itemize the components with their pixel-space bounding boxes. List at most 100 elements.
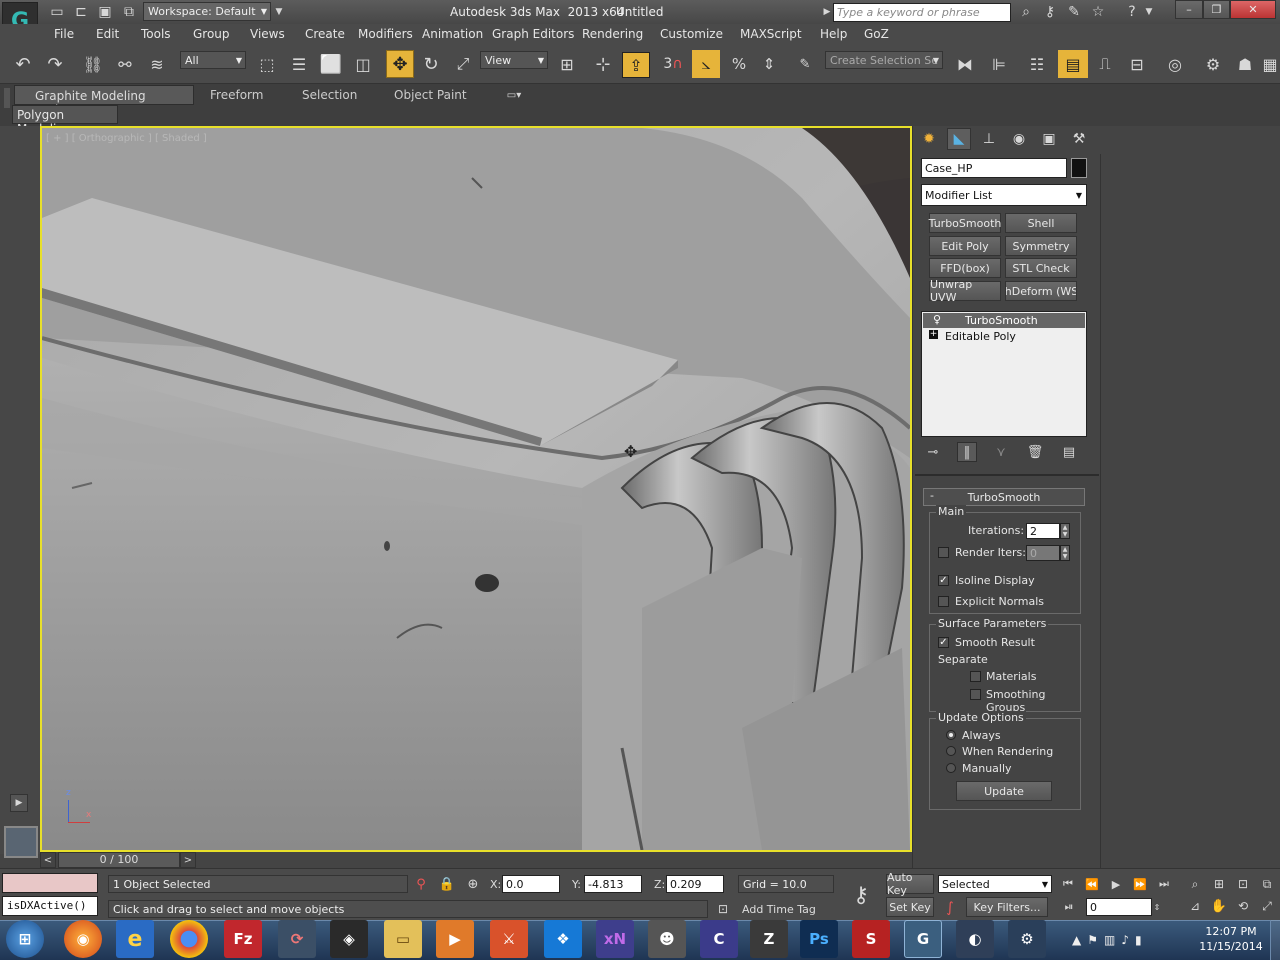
menu-help[interactable]: Help — [820, 27, 847, 41]
app-swirl-icon[interactable]: ⟳ — [278, 920, 316, 958]
project-folder-icon[interactable]: ⧉ — [120, 3, 138, 21]
show-end-result-icon[interactable]: ‖ — [957, 442, 977, 462]
timeline-next-icon[interactable]: > — [180, 852, 196, 868]
add-time-tag[interactable]: Add Time Tag — [742, 903, 816, 916]
modify-tab-icon[interactable]: ◣ — [947, 128, 971, 150]
app-settings-icon[interactable]: ⚙ — [1008, 920, 1046, 958]
maxscript-mini-listener-top[interactable] — [2, 873, 98, 893]
modifier-button-turbosmooth[interactable]: TurboSmooth — [929, 213, 1001, 233]
keyboard-shortcut-override-icon[interactable]: ⇪ — [622, 52, 650, 78]
reference-coordinate-dropdown[interactable]: View ▼ — [480, 51, 548, 69]
menu-tools[interactable]: Tools — [141, 27, 171, 41]
xnview-icon[interactable]: xN — [596, 920, 634, 958]
windows-start-icon[interactable]: ⊞ — [6, 920, 44, 958]
show-hidden-icons-icon[interactable]: ▲ — [1072, 933, 1081, 947]
modifier-button-stl-check[interactable]: STL Check — [1005, 258, 1077, 278]
spinner-arrows-icon[interactable]: ▲ ▼ — [1060, 545, 1070, 561]
menu-group[interactable]: Group — [193, 27, 230, 41]
menu-edit[interactable]: Edit — [96, 27, 119, 41]
graphite-toggle-icon[interactable]: ▤ — [1058, 50, 1088, 78]
zoom-extents-all-icon[interactable]: ⧉ — [1256, 874, 1278, 894]
configure-modifier-sets-icon[interactable]: ▤ — [1059, 442, 1079, 462]
current-frame-field[interactable]: 0 — [1086, 898, 1152, 916]
named-selection-sets-dropdown[interactable]: Create Selection Se ▼ — [825, 51, 943, 69]
redo-icon[interactable]: ↷ — [42, 52, 68, 76]
zoom-extents-icon[interactable]: ⊡ — [1232, 874, 1254, 894]
photoshop-icon[interactable]: Ps — [800, 920, 838, 958]
internet-explorer-icon[interactable]: e — [116, 920, 154, 958]
expand-viewport-layout-icon[interactable]: ▶ — [10, 794, 28, 812]
maximize-icon[interactable]: ❐ — [1203, 0, 1230, 19]
play-icon[interactable]: ▶ — [1106, 874, 1126, 894]
binoculars-icon[interactable]: ⌕ — [1016, 3, 1036, 21]
media-player-icon[interactable]: ▶ — [436, 920, 474, 958]
file-explorer-icon[interactable]: ▭ — [384, 920, 422, 958]
menu-views[interactable]: Views — [250, 27, 285, 41]
favorites-star-icon[interactable]: ☆ — [1088, 3, 1108, 21]
percent-snap-icon[interactable]: % — [726, 52, 752, 76]
select-and-link-icon[interactable]: ⛓ — [80, 52, 106, 76]
save-icon[interactable]: ▣ — [96, 3, 114, 21]
app-circle-icon[interactable]: ◐ — [956, 920, 994, 958]
workspace-dropdown[interactable]: Workspace: Default ▼ — [143, 2, 271, 21]
edit-named-selection-icon[interactable]: ✎ — [792, 52, 818, 76]
open-file-icon[interactable]: ⊏ — [72, 3, 90, 21]
object-color-swatch[interactable] — [1071, 158, 1087, 178]
zoom-all-icon[interactable]: ⊞ — [1208, 874, 1230, 894]
utilities-tab-icon[interactable]: ⚒ — [1067, 128, 1091, 150]
modifier-button-pathdeform[interactable]: thDeform (WSI — [1005, 281, 1077, 301]
previous-frame-icon[interactable]: ⏪ — [1082, 874, 1102, 894]
modifier-button-edit-poly[interactable]: Edit Poly — [929, 236, 1001, 256]
display-tab-icon[interactable]: ▣ — [1037, 128, 1061, 150]
unlink-icon[interactable]: ⚯ — [112, 52, 138, 76]
select-by-name-icon[interactable]: ☰ — [286, 52, 312, 76]
render-iters-checkbox[interactable] — [938, 547, 949, 558]
hierarchy-tab-icon[interactable]: ⊥ — [977, 128, 1001, 150]
auto-key-button[interactable]: Auto Key — [886, 871, 934, 897]
select-and-rotate-icon[interactable]: ↻ — [418, 52, 444, 76]
manually-radio[interactable] — [946, 763, 956, 773]
align-icon[interactable]: ⊫ — [986, 52, 1012, 76]
add-time-tag-icon[interactable]: ⊡ — [714, 900, 732, 918]
key-icon[interactable]: ⚷ — [1040, 3, 1060, 21]
tab-selection[interactable]: Selection — [302, 88, 357, 102]
isolate-selection-icon[interactable]: ⚲ — [412, 875, 430, 893]
create-tab-icon[interactable]: ✹ — [917, 128, 941, 150]
subscription-icon[interactable]: ✎ — [1064, 3, 1084, 21]
key-filters-button[interactable]: Key Filters... — [966, 897, 1048, 917]
minimize-icon[interactable]: – — [1175, 0, 1203, 19]
isoline-display-checkbox[interactable]: ✓ — [938, 575, 949, 586]
explicit-normals-checkbox[interactable] — [938, 596, 949, 607]
rendered-frame-window-icon[interactable]: ☗ — [1232, 52, 1258, 76]
select-and-scale-icon[interactable]: ⤢ — [450, 52, 476, 76]
select-and-move-icon[interactable]: ✥ — [386, 50, 414, 78]
select-object-icon[interactable]: ⬚ — [254, 52, 280, 76]
chrome-icon[interactable] — [170, 920, 208, 958]
menu-animation[interactable]: Animation — [422, 27, 483, 41]
search-input[interactable]: Type a keyword or phrase — [833, 3, 1011, 22]
stack-item-turbosmooth[interactable]: ♀ TurboSmooth — [923, 313, 1085, 328]
render-iters-spinner[interactable]: 0 — [1026, 545, 1060, 561]
quick-access-menu-icon[interactable]: ▼ — [273, 3, 285, 21]
pin-stack-icon[interactable]: ⊸ — [923, 442, 943, 462]
z-coordinate-field[interactable]: 0.209 — [666, 875, 724, 893]
lightbulb-icon[interactable]: ♀ — [933, 313, 941, 326]
materials-checkbox[interactable] — [970, 671, 981, 682]
zbrush-icon[interactable]: Z — [750, 920, 788, 958]
selection-filter-dropdown[interactable]: All ▼ — [180, 51, 246, 69]
gimp-icon[interactable]: ☻ — [648, 920, 686, 958]
pivot-center-icon[interactable]: ⊞ — [554, 52, 580, 76]
remove-modifier-icon[interactable]: 🗑 — [1025, 442, 1045, 462]
default-tangents-icon[interactable]: ∫ — [938, 898, 962, 918]
key-mode-toggle-icon[interactable]: ⏯ — [1058, 897, 1080, 917]
filezilla-icon[interactable]: Fz — [224, 920, 262, 958]
next-frame-icon[interactable]: ⏩ — [1130, 874, 1150, 894]
3dsmax-icon[interactable]: G — [904, 920, 942, 958]
close-icon[interactable]: ✕ — [1230, 0, 1276, 19]
orbit-icon[interactable]: ⟲ — [1232, 896, 1254, 916]
zoom-icon[interactable]: ⌕ — [1184, 874, 1206, 894]
timeline-prev-icon[interactable]: < — [40, 852, 56, 868]
set-key-mode-icon[interactable]: ⚷ — [846, 881, 876, 909]
search-expand-icon[interactable]: ▶ — [822, 4, 832, 20]
time-slider[interactable]: 0 / 100 — [58, 852, 180, 868]
